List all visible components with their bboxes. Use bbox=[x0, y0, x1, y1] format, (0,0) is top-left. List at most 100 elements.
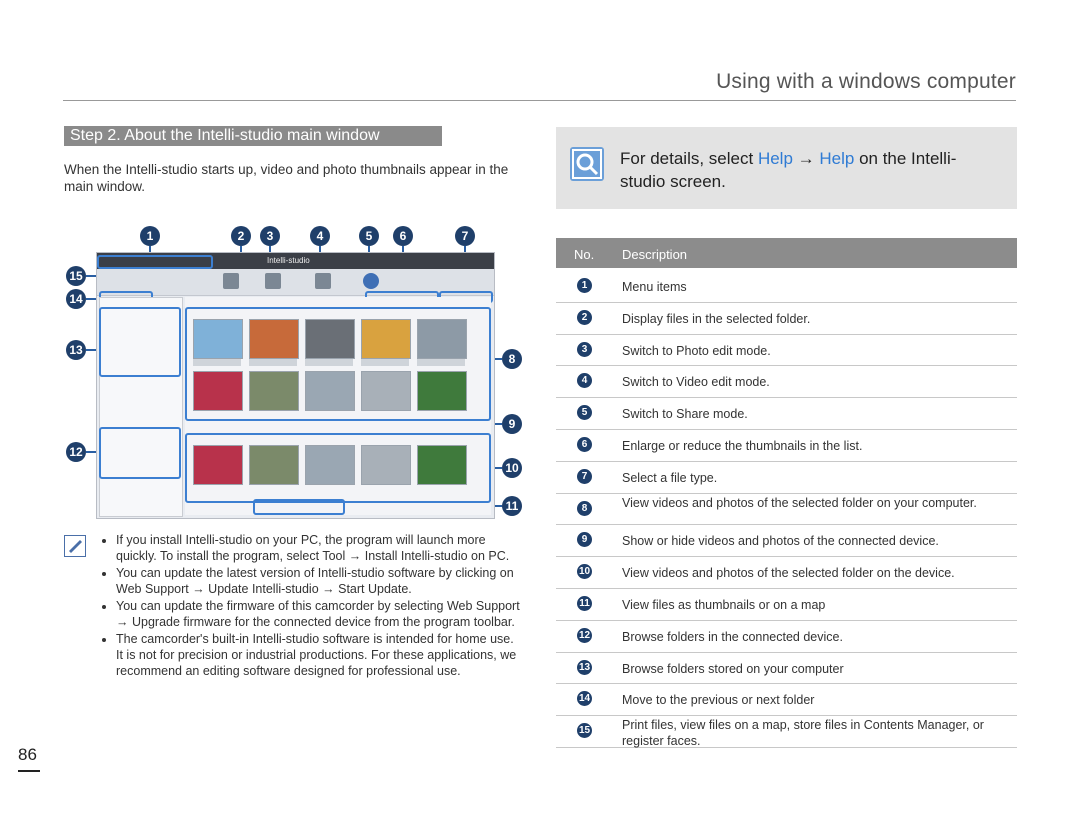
photo-edit-icon bbox=[265, 273, 281, 289]
row-description: Browse folders in the connected device. bbox=[622, 629, 843, 644]
row-description: Print files, view files on a map, store … bbox=[622, 718, 984, 749]
table-row: 15 Print files, view files on a map, stor… bbox=[556, 715, 1017, 748]
table-row: 2 Display files in the selected folder. bbox=[556, 302, 1017, 335]
row-number-badge: 13 bbox=[577, 659, 592, 675]
thumbnail bbox=[361, 319, 411, 359]
thumbnail bbox=[305, 319, 355, 359]
library-icon bbox=[223, 273, 239, 289]
table-row: 13 Browse folders stored on your computer bbox=[556, 652, 1017, 685]
table-row: 10 View videos and photos of the selected… bbox=[556, 556, 1017, 589]
table-row: 4 Switch to Video edit mode. bbox=[556, 365, 1017, 399]
thumbnail bbox=[417, 371, 467, 411]
note-icon bbox=[64, 535, 86, 557]
thumbnail bbox=[417, 319, 467, 359]
callout-marker-6: 6 bbox=[393, 226, 413, 246]
page-header-title: Using with a windows computer bbox=[716, 70, 1016, 93]
thumbnail bbox=[361, 371, 411, 411]
table-row: 11 View files as thumbnails or on a map bbox=[556, 588, 1017, 621]
app-title: Intelli-studio bbox=[267, 256, 310, 265]
row-description: Switch to Share mode. bbox=[622, 407, 748, 422]
callout-marker-5: 5 bbox=[359, 226, 379, 246]
row-description: Display files in the selected folder. bbox=[622, 311, 811, 326]
table-row: 8 View videos and photos of the selected … bbox=[556, 493, 1017, 526]
thumbnail bbox=[417, 445, 467, 485]
info-arrow: → bbox=[792, 149, 820, 168]
row-description: Menu items bbox=[622, 280, 687, 294]
row-number-badge: 15 bbox=[577, 723, 592, 739]
note-item: If you install Intelli-studio on your PC… bbox=[116, 532, 522, 564]
row-number-badge: 4 bbox=[577, 373, 592, 389]
row-number-badge: 10 bbox=[577, 564, 592, 580]
row-description: Move to the previous or next folder bbox=[622, 693, 815, 708]
row-description: Switch to Photo edit mode. bbox=[622, 343, 771, 358]
row-number-badge: 5 bbox=[577, 405, 592, 421]
column-no: No. bbox=[574, 247, 595, 262]
view-toggle-highlight bbox=[253, 499, 345, 515]
callout-marker-11: 11 bbox=[502, 496, 522, 516]
notes-list: If you install Intelli-studio on your PC… bbox=[102, 532, 522, 680]
header-divider bbox=[63, 100, 1016, 101]
row-description: View videos and photos of the selected f… bbox=[622, 495, 977, 510]
callout-marker-2: 2 bbox=[231, 226, 251, 246]
thumbnail bbox=[249, 445, 299, 485]
row-number-badge: 8 bbox=[577, 500, 592, 516]
row-number-badge: 14 bbox=[577, 691, 592, 707]
share-icon bbox=[363, 273, 379, 289]
row-description: Show or hide videos and photos of the co… bbox=[622, 534, 939, 549]
row-number-badge: 12 bbox=[577, 627, 592, 643]
thumbnail bbox=[305, 445, 355, 485]
info-prefix: For details, select bbox=[620, 149, 758, 168]
intelli-studio-screenshot: Intelli-studio bbox=[96, 252, 495, 519]
thumbnail-label bbox=[361, 359, 409, 366]
row-description: View files as thumbnails or on a map bbox=[622, 598, 826, 612]
menu-items-highlight bbox=[97, 255, 213, 269]
magnifier-icon bbox=[570, 147, 604, 181]
table-header: No. Description bbox=[556, 238, 1017, 268]
row-number-badge: 11 bbox=[577, 596, 592, 611]
thumbnail bbox=[193, 319, 243, 359]
table-row: 14 Move to the previous or next folder bbox=[556, 683, 1017, 717]
row-description: View videos and photos of the selected f… bbox=[622, 566, 955, 581]
row-number-badge: 1 bbox=[577, 278, 592, 293]
intro-paragraph: When the Intelli-studio starts up, video… bbox=[64, 162, 509, 194]
table-row: 12 Browse folders in the connected device… bbox=[556, 620, 1017, 653]
thumbnail bbox=[193, 445, 243, 485]
table-row: 9 Show or hide videos and photos of the c… bbox=[556, 524, 1017, 558]
callout-marker-12: 12 bbox=[66, 442, 86, 462]
thumbnail bbox=[249, 371, 299, 411]
row-description: Select a file type. bbox=[622, 470, 718, 485]
step-heading: Step 2. About the Intelli-studio main wi… bbox=[64, 126, 442, 146]
thumbnail bbox=[249, 319, 299, 359]
note-item: You can update the firmware of this camc… bbox=[116, 598, 522, 630]
info-text: For details, select Help → Help on the I… bbox=[620, 147, 1000, 193]
thumbnail bbox=[305, 371, 355, 411]
device-folders-highlight bbox=[99, 427, 181, 479]
thumbnail bbox=[193, 371, 243, 411]
callout-marker-10: 10 bbox=[502, 458, 522, 478]
help-menu-link: Help bbox=[757, 149, 793, 168]
help-item-link: Help bbox=[819, 149, 855, 168]
callout-marker-4: 4 bbox=[310, 226, 330, 246]
thumbnail bbox=[361, 445, 411, 485]
row-number-badge: 7 bbox=[577, 468, 592, 484]
callout-marker-3: 3 bbox=[260, 226, 280, 246]
table-row: 5 Switch to Share mode. bbox=[556, 397, 1017, 430]
movie-edit-icon bbox=[315, 273, 331, 289]
note-item: The camcorder's built-in Intelli-studio … bbox=[116, 631, 522, 679]
thumbnail-label bbox=[417, 359, 465, 366]
row-number-badge: 6 bbox=[577, 437, 592, 452]
row-number-badge: 2 bbox=[577, 309, 592, 325]
callout-marker-15: 15 bbox=[66, 266, 86, 286]
note-item: You can update the latest version of Int… bbox=[116, 565, 522, 597]
row-number-badge: 3 bbox=[577, 341, 592, 357]
row-description: Browse folders stored on your computer bbox=[622, 661, 844, 676]
callout-marker-7: 7 bbox=[455, 226, 475, 246]
table-row: 6 Enlarge or reduce the thumbnails in the… bbox=[556, 429, 1017, 462]
page-number: 86 bbox=[18, 745, 37, 764]
row-description: Enlarge or reduce the thumbnails in the … bbox=[622, 439, 863, 453]
thumbnail-label bbox=[305, 359, 353, 366]
thumbnail-label bbox=[249, 359, 297, 366]
column-description: Description bbox=[622, 247, 688, 262]
callout-marker-8: 8 bbox=[502, 349, 522, 369]
thumbnail-label bbox=[193, 359, 241, 366]
